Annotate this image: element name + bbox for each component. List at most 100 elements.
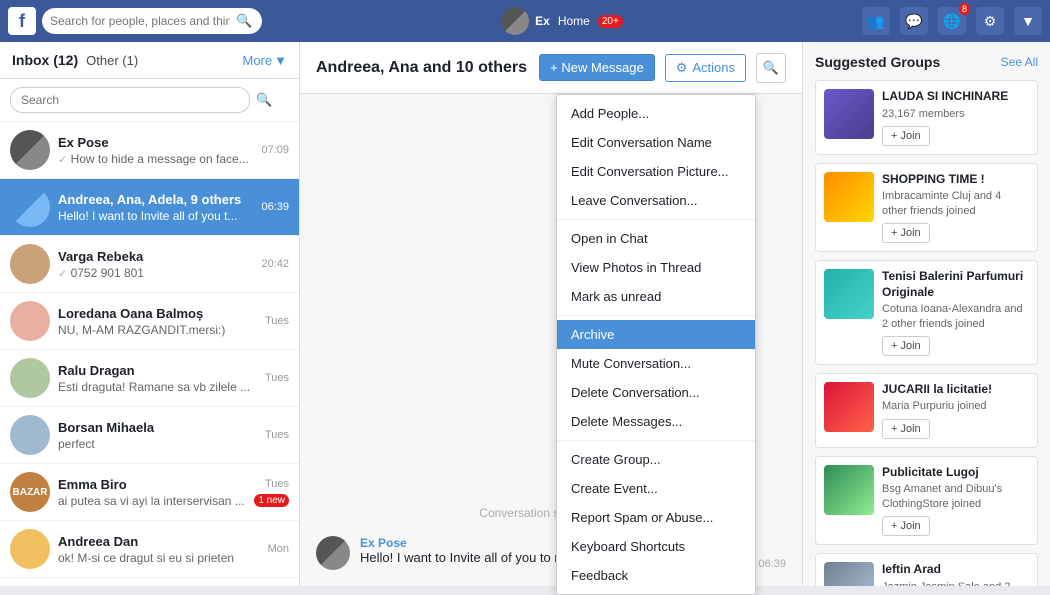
- inbox-search-input[interactable]: [10, 87, 250, 113]
- msg-item-mihaela[interactable]: Borsan Mihaela perfect Tues: [0, 407, 299, 464]
- notif-badge: 8: [959, 3, 970, 15]
- msg-preview: ✓ 0752 901 801: [58, 266, 253, 280]
- messages-icon-btn[interactable]: 💬: [900, 7, 928, 35]
- join-button[interactable]: + Join: [882, 223, 930, 243]
- new-badge: 1 new: [254, 494, 289, 507]
- top-nav: f 🔍 Ex Home 20+ 👥 💬 🌐 8 ⚙ ▼: [0, 0, 1050, 42]
- group-content: Publicitate Lugoj Bsg Amanet and Dibuu's…: [882, 465, 1029, 536]
- suggested-groups-header: Suggested Groups See All: [815, 54, 1038, 70]
- conversation-title: Andreea, Ana and 10 others: [316, 59, 529, 77]
- facebook-logo: f: [8, 7, 36, 35]
- msg-meta: 07:09: [261, 144, 289, 156]
- group-avatar: [824, 465, 874, 515]
- dropdown-item-mute[interactable]: Mute Conversation...: [557, 349, 755, 378]
- avatar: [10, 415, 50, 455]
- avatar: [10, 301, 50, 341]
- msg-item-biro[interactable]: BAZAR Emma Biro ai putea sa vi ayi la in…: [0, 464, 299, 521]
- msg-preview: ✓ How to hide a message on face...: [58, 152, 253, 166]
- msg-item-dragan[interactable]: Ralu Dragan Esti draguta! Ramane sa vb z…: [0, 350, 299, 407]
- dropdown-item-delete-conv[interactable]: Delete Conversation...: [557, 378, 755, 407]
- inbox-title: Inbox (12): [12, 52, 78, 68]
- nav-avatar: [501, 7, 529, 35]
- msg-content: Ex Pose ✓ How to hide a message on face.…: [58, 135, 253, 166]
- msg-preview: NU, M-AM RAZGANDIT.mersi:): [58, 323, 257, 337]
- dropdown-item-delete-msgs[interactable]: Delete Messages...: [557, 407, 755, 436]
- nav-center: Ex Home 20+: [268, 7, 856, 35]
- dropdown-item-edit-name[interactable]: Edit Conversation Name: [557, 128, 755, 157]
- dropdown-item-report-spam[interactable]: Report Spam or Abuse...: [557, 503, 755, 532]
- message-list: Ex Pose ✓ How to hide a message on face.…: [0, 122, 299, 586]
- msg-content: Andreea Dan ok! M-si ce dragut si eu si …: [58, 534, 260, 565]
- group-name: Ieftin Arad: [882, 562, 1029, 578]
- settings-icon-btn[interactable]: ⚙: [976, 7, 1004, 35]
- avatar: BAZAR: [10, 472, 50, 512]
- join-button[interactable]: + Join: [882, 126, 930, 146]
- search-conversations-button[interactable]: 🔍: [756, 53, 786, 83]
- account-dropdown-btn[interactable]: ▼: [1014, 7, 1042, 35]
- nav-search[interactable]: 🔍: [42, 8, 262, 34]
- group-content: Tenisi Balerini Parfumuri Originale Cotu…: [882, 269, 1029, 356]
- group-info: Imbracaminte Cluj and 4 other friends jo…: [882, 189, 1029, 218]
- friends-icon-btn[interactable]: 👥: [862, 7, 890, 35]
- other-tab[interactable]: Other (1): [86, 53, 138, 68]
- nav-home[interactable]: Home: [558, 14, 590, 28]
- see-all-link[interactable]: See All: [1001, 55, 1038, 69]
- msg-meta: 20:42: [261, 258, 289, 270]
- group-name: Tenisi Balerini Parfumuri Originale: [882, 269, 1029, 300]
- avatar: [10, 244, 50, 284]
- more-button[interactable]: More ▼: [243, 53, 288, 68]
- msg-item-expose[interactable]: Ex Pose ✓ How to hide a message on face.…: [0, 122, 299, 179]
- search-icon: 🔍: [763, 60, 779, 76]
- msg-meta: Tues 1 new: [254, 478, 289, 507]
- nav-search-input[interactable]: [50, 14, 230, 28]
- msg-item-dan[interactable]: Andreea Dan ok! M-si ce dragut si eu si …: [0, 521, 299, 578]
- group-avatar: [824, 562, 874, 586]
- group-info: 23,167 members: [882, 107, 1029, 121]
- msg-name: Varga Rebeka: [58, 249, 253, 264]
- left-sidebar: Inbox (12) Other (1) More ▼ 🔍 Ex Pose ✓ …: [0, 42, 300, 586]
- avatar: [10, 187, 50, 227]
- msg-preview: ok! M-si ce dragut si eu si prieten: [58, 551, 260, 565]
- dropdown-item-view-photos[interactable]: View Photos in Thread: [557, 253, 755, 282]
- group-info: Jazmin Jasmin Sale and 2 other friends j…: [882, 580, 1029, 586]
- msg-preview: perfect: [58, 437, 257, 451]
- dropdown-item-create-group[interactable]: Create Group...: [557, 445, 755, 474]
- msg-item-rebeka[interactable]: Varga Rebeka ✓ 0752 901 801 20:42: [0, 236, 299, 293]
- join-button[interactable]: + Join: [882, 516, 930, 536]
- actions-button[interactable]: ⚙ Actions: [665, 54, 746, 82]
- msg-preview: Esti draguta! Ramane sa vb zilele ...: [58, 380, 257, 394]
- msg-name: Ralu Dragan: [58, 363, 257, 378]
- group-avatar: [824, 89, 874, 139]
- group-name: SHOPPING TIME !: [882, 172, 1029, 188]
- dropdown-group-2: Open in Chat View Photos in Thread Mark …: [557, 220, 755, 316]
- msg-meta: Tues: [265, 372, 289, 384]
- dropdown-item-mark-unread[interactable]: Mark as unread: [557, 282, 755, 311]
- inbox-header: Inbox (12) Other (1) More ▼: [0, 42, 299, 79]
- group-info: Maria Purpuriu joined: [882, 399, 1029, 413]
- inbox-search-bar: 🔍: [0, 79, 299, 122]
- right-sidebar: Suggested Groups See All LAUDA SI INCHIN…: [802, 42, 1050, 586]
- dropdown-item-open-chat[interactable]: Open in Chat: [557, 224, 755, 253]
- join-button[interactable]: + Join: [882, 336, 930, 356]
- dropdown-item-add-people[interactable]: Add People...: [557, 99, 755, 128]
- dropdown-item-edit-picture[interactable]: Edit Conversation Picture...: [557, 157, 755, 186]
- group-avatar: [824, 382, 874, 432]
- msg-preview: ai putea sa vi ayi la interservisan ...: [58, 494, 246, 508]
- group-avatar: [824, 172, 874, 222]
- msg-meta: Tues: [265, 315, 289, 327]
- avatar: [10, 358, 50, 398]
- notifications-icon-btn[interactable]: 🌐 8: [938, 7, 966, 35]
- msg-content: Emma Biro ai putea sa vi ayi la interser…: [58, 477, 246, 508]
- message-time: 06:39: [758, 558, 786, 570]
- dropdown-item-create-event[interactable]: Create Event...: [557, 474, 755, 503]
- dropdown-item-keyboard-shortcuts[interactable]: Keyboard Shortcuts: [557, 532, 755, 561]
- msg-item-balmos[interactable]: Loredana Oana Balmoș NU, M-AM RAZGANDIT.…: [0, 293, 299, 350]
- new-message-button[interactable]: + New Message: [539, 54, 655, 81]
- group-info: Cotuna Ioana-Alexandra and 2 other frien…: [882, 302, 1029, 331]
- dropdown-group-3: Archive Mute Conversation... Delete Conv…: [557, 316, 755, 441]
- msg-item-group[interactable]: Andreea, Ana, Adela, 9 others Hello! I w…: [0, 179, 299, 236]
- join-button[interactable]: + Join: [882, 419, 930, 439]
- dropdown-item-leave[interactable]: Leave Conversation...: [557, 186, 755, 215]
- msg-content: Ralu Dragan Esti draguta! Ramane sa vb z…: [58, 363, 257, 394]
- dropdown-item-archive[interactable]: Archive: [557, 320, 755, 349]
